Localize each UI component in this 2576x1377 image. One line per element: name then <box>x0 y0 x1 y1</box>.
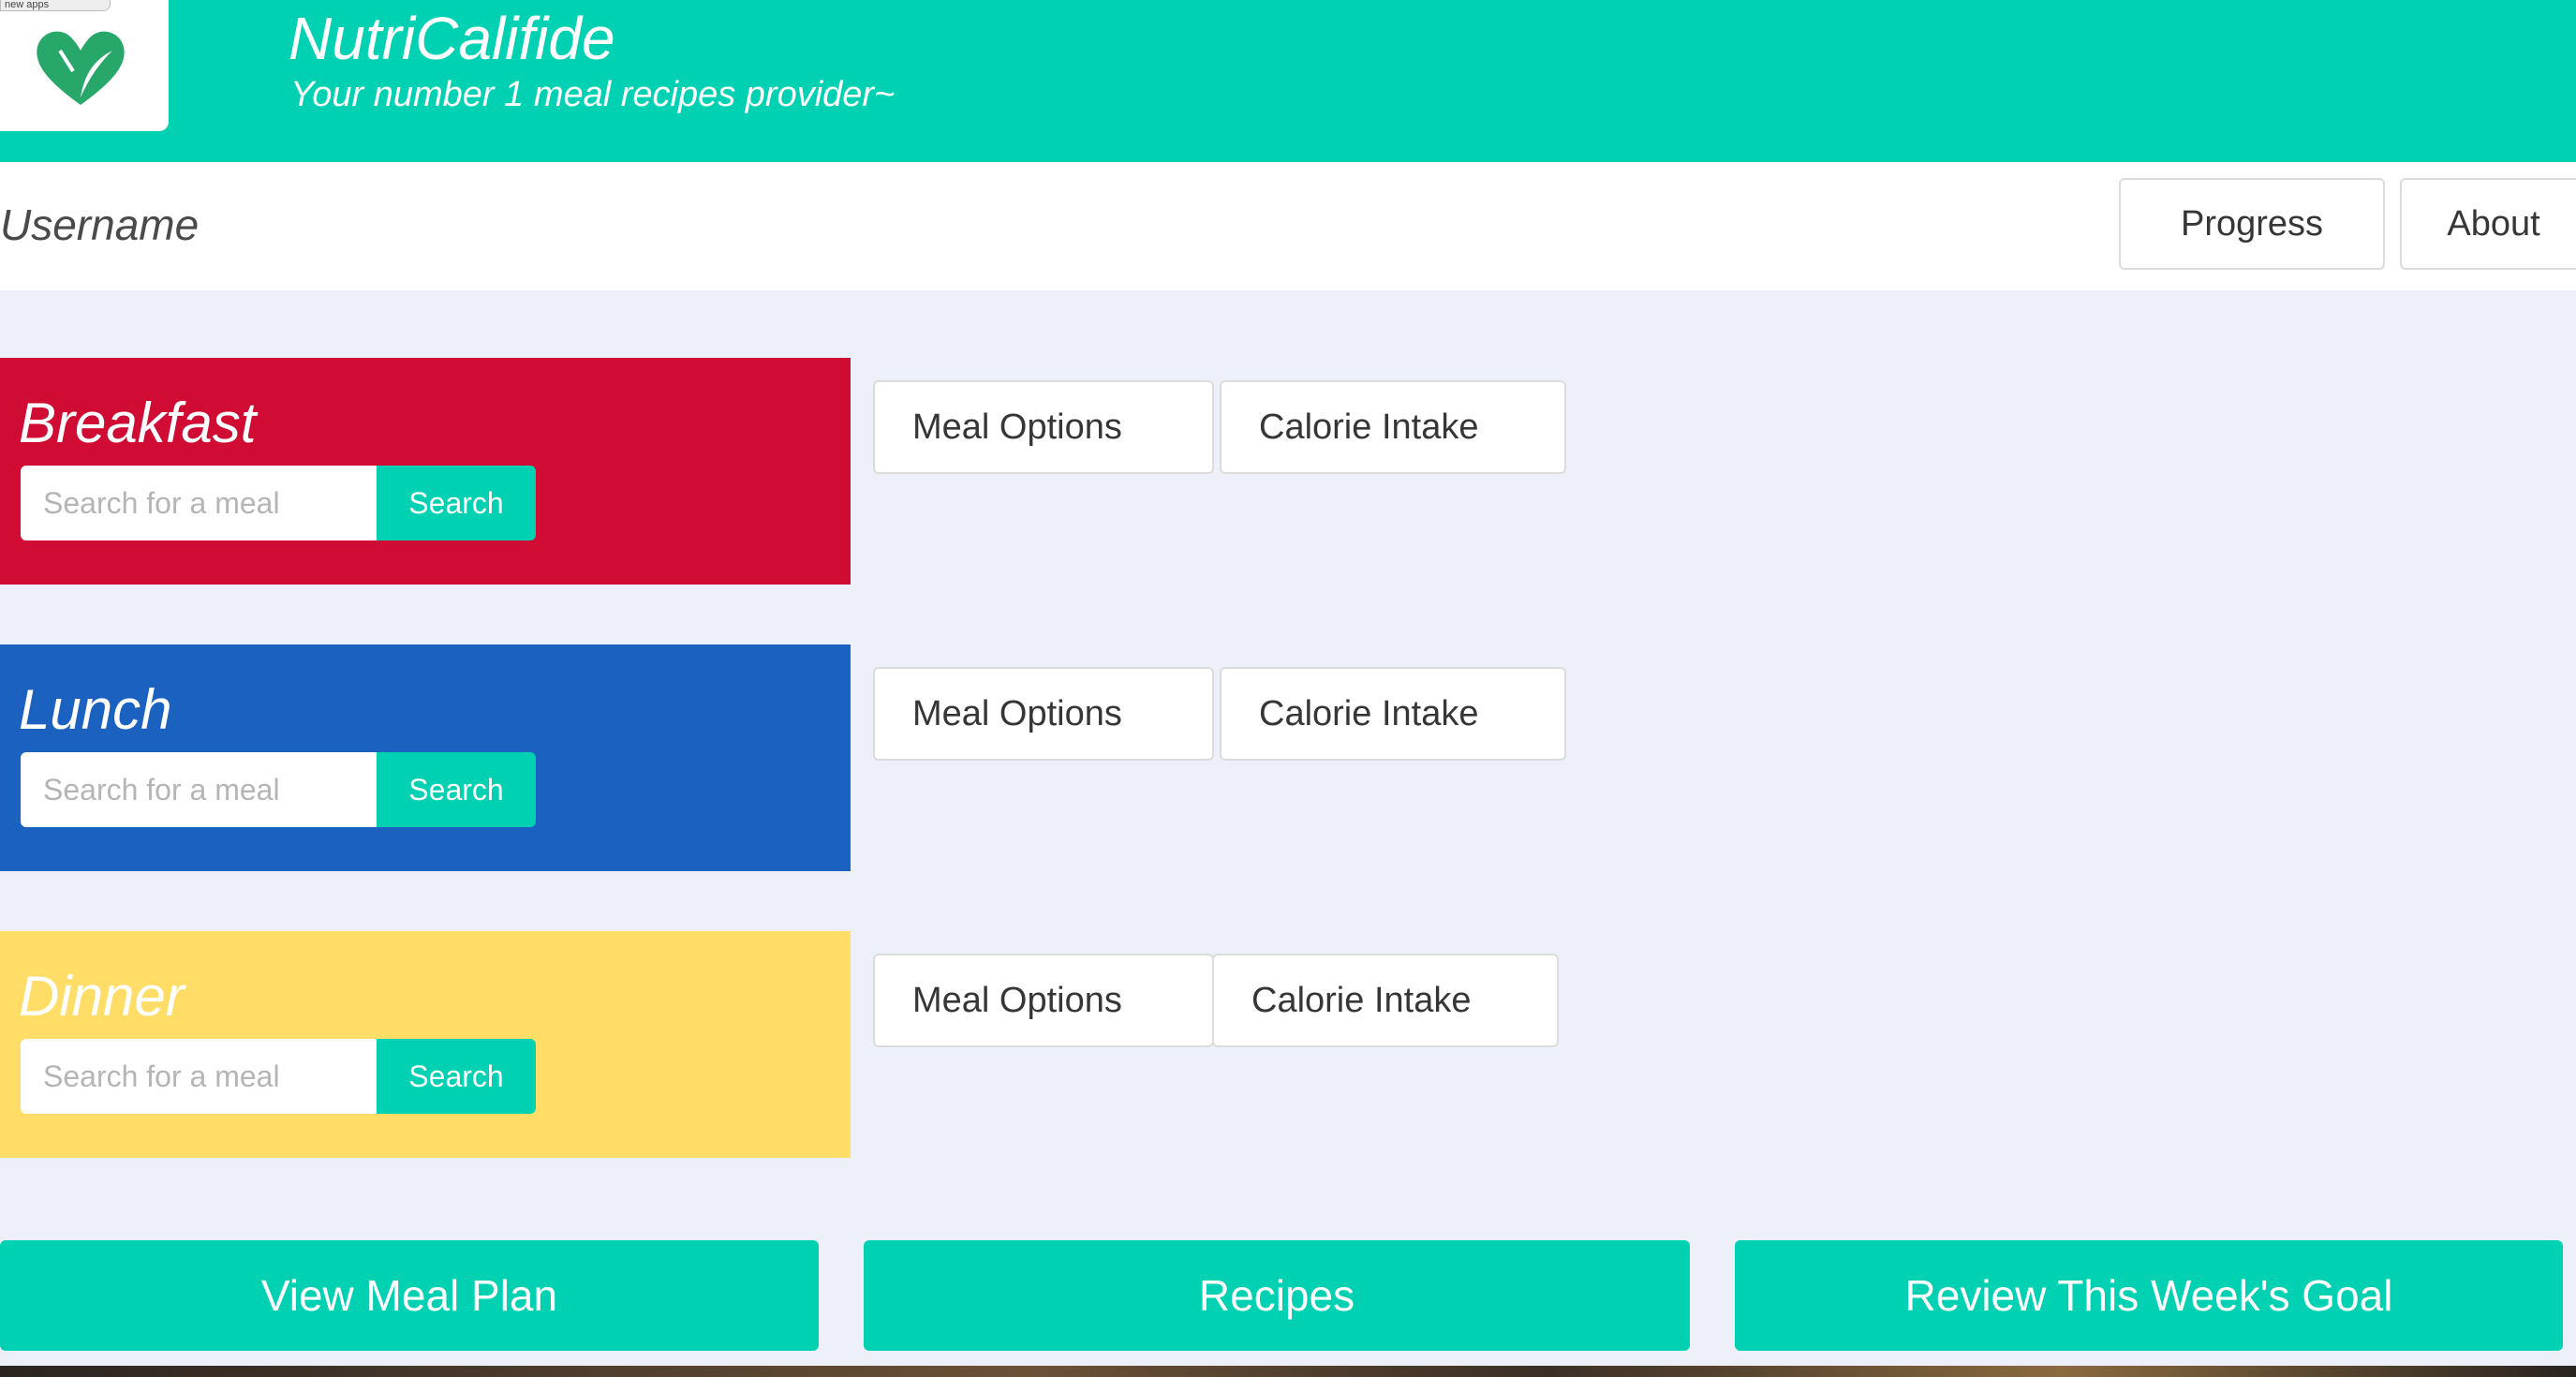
dinner-search-input[interactable] <box>21 1039 378 1114</box>
heart-leaf-fork-icon <box>37 31 125 106</box>
breakfast-calorie-intake-button[interactable]: Calorie Intake <box>1220 380 1566 474</box>
lunch-calorie-intake-button[interactable]: Calorie Intake <box>1220 667 1566 761</box>
view-meal-plan-button[interactable]: View Meal Plan <box>0 1240 819 1351</box>
tooltip-tab: new apps <box>0 0 111 11</box>
progress-button[interactable]: Progress <box>2119 178 2385 270</box>
dinner-card: Dinner Search <box>0 931 851 1158</box>
lunch-card: Lunch Search <box>0 644 851 871</box>
lunch-search-input[interactable] <box>21 752 378 827</box>
lunch-search-button[interactable]: Search <box>377 752 536 827</box>
lunch-title: Lunch <box>19 678 172 741</box>
brand-subtitle: Your number 1 meal recipes provider~ <box>290 75 896 114</box>
username-label[interactable]: Username <box>0 200 199 250</box>
background-image-strip <box>0 1366 2576 1377</box>
navbar: Username Progress About <box>0 162 2576 290</box>
brand-title: NutriCalifide <box>289 5 615 72</box>
review-weekly-goal-button[interactable]: Review This Week's Goal <box>1735 1240 2563 1351</box>
dinner-search-button[interactable]: Search <box>377 1039 536 1114</box>
dinner-meal-options-button[interactable]: Meal Options <box>873 954 1214 1047</box>
breakfast-meal-options-button[interactable]: Meal Options <box>873 380 1214 474</box>
app-header: new apps NutriCalifide Your number 1 mea… <box>0 0 2576 162</box>
lunch-meal-options-button[interactable]: Meal Options <box>873 667 1214 761</box>
recipes-button[interactable]: Recipes <box>864 1240 1690 1351</box>
breakfast-search-input[interactable] <box>21 466 378 540</box>
about-button[interactable]: About <box>2400 178 2576 270</box>
breakfast-card: Breakfast Search <box>0 358 851 585</box>
breakfast-title: Breakfast <box>19 392 257 454</box>
logo[interactable] <box>0 0 169 131</box>
dinner-calorie-intake-button[interactable]: Calorie Intake <box>1212 954 1559 1047</box>
breakfast-search-button[interactable]: Search <box>377 466 536 540</box>
dinner-title: Dinner <box>19 965 185 1028</box>
